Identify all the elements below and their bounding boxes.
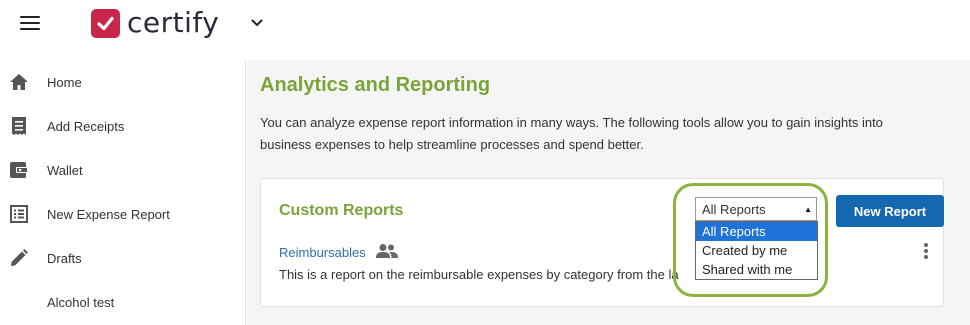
sidebar-item-label: Add Receipts <box>47 118 125 134</box>
page-title: Analytics and Reporting <box>260 74 491 96</box>
logo-text: certify <box>127 6 220 39</box>
sidebar: Home Add Receipts Wallet New Expense Rep… <box>0 60 246 325</box>
sidebar-item-wallet[interactable]: Wallet <box>0 148 245 192</box>
pencil-icon <box>9 248 29 268</box>
custom-reports-title: Custom Reports <box>279 202 404 219</box>
report-list-icon <box>9 204 29 224</box>
sidebar-item-label: Wallet <box>47 162 83 178</box>
report-link-reimbursables[interactable]: Reimbursables <box>279 245 366 260</box>
sidebar-item-drafts[interactable]: Drafts <box>0 236 245 280</box>
top-bar: certify <box>0 0 970 48</box>
shared-people-icon <box>376 243 398 264</box>
report-filter-selected-value: All Reports <box>702 202 766 217</box>
report-description: This is a report on the reimbursable exp… <box>279 267 679 282</box>
option-created-by-me[interactable]: Created by me <box>696 241 817 260</box>
app-logo[interactable]: certify <box>91 8 219 38</box>
sidebar-item-add-receipts[interactable]: Add Receipts <box>0 104 245 148</box>
sidebar-item-label: Home <box>47 74 82 90</box>
sidebar-item-home[interactable]: Home <box>0 60 245 104</box>
wallet-icon <box>9 160 29 180</box>
more-options-icon[interactable] <box>921 243 931 261</box>
report-filter-select[interactable]: All Reports ▲︎ <box>695 197 817 221</box>
certify-logo-icon <box>91 8 120 38</box>
option-all-reports[interactable]: All Reports <box>696 222 817 241</box>
intro-line: business expenses to help streamline pro… <box>260 137 644 152</box>
sidebar-item-label: Alcohol test <box>47 294 115 310</box>
option-shared-with-me[interactable]: Shared with me <box>696 260 817 279</box>
sidebar-item-label: Drafts <box>47 250 82 266</box>
main-content: Analytics and Reporting You can analyze … <box>247 60 970 325</box>
intro-line: You can analyze expense report informati… <box>260 115 883 130</box>
sidebar-item-alcohol-test[interactable]: Alcohol test <box>0 280 245 324</box>
hamburger-menu-icon[interactable] <box>20 16 40 32</box>
receipt-icon <box>9 116 29 136</box>
new-report-button[interactable]: New Report <box>836 195 944 227</box>
custom-reports-card: Custom Reports New Report Reimbursables … <box>260 178 944 307</box>
chevron-down-icon[interactable] <box>250 16 264 35</box>
report-filter-options: All Reports Created by me Shared with me <box>695 221 818 280</box>
home-icon <box>9 72 29 92</box>
sidebar-item-label: New Expense Report <box>47 206 170 222</box>
dropdown-arrow-icon: ▲︎ <box>804 205 812 214</box>
sidebar-item-new-expense-report[interactable]: New Expense Report <box>0 192 245 236</box>
intro-text: You can analyze expense report informati… <box>260 112 940 156</box>
